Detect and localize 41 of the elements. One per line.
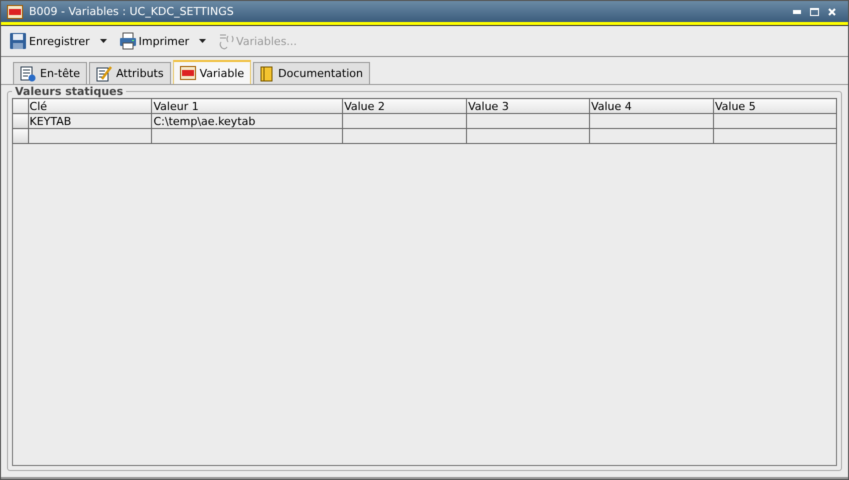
column-header[interactable]: Value 5 [713,98,836,114]
table-cell[interactable]: C:\temp\ae.keytab [152,114,343,128]
table-cell[interactable] [466,114,590,128]
column-header[interactable]: Clé [28,98,152,114]
variable-icon [180,66,196,80]
maximize-icon[interactable] [810,8,819,16]
document-pencil-icon [96,66,112,82]
table-cell[interactable] [28,128,152,144]
toolbar-button[interactable]: Imprimer [116,30,192,52]
table-cell[interactable] [342,128,467,144]
table-cell[interactable] [152,128,343,144]
column-header[interactable]: Valeur 1 [152,98,343,114]
toolbar-button[interactable]: Enregistrer [7,30,92,52]
column-header[interactable]: Value 4 [590,98,714,114]
table-cell[interactable]: KEYTAB [28,114,152,128]
printer-icon [118,32,137,50]
table-cell[interactable] [590,114,714,128]
book-icon [260,66,274,82]
table-cell[interactable] [590,128,714,144]
table-cell[interactable] [342,114,467,128]
caret-icon[interactable] [100,39,107,43]
group-title: Valeurs statiques [14,85,124,98]
close-icon[interactable] [828,8,836,16]
tab[interactable]: Variable [172,60,252,84]
document-info-icon [20,66,36,82]
minimize-icon[interactable] [793,10,801,14]
table-cell[interactable] [713,128,836,144]
variable-icon [7,4,23,18]
row-header[interactable] [12,114,28,128]
column-header[interactable]: Value 3 [466,98,590,114]
table-cell[interactable] [713,114,836,128]
table-cell[interactable] [466,128,590,144]
window-title: B009 - Variables : UC_KDC_SETTINGS [29,5,235,18]
row-header[interactable] [12,128,28,144]
caret-icon[interactable] [199,39,206,43]
row-header [12,98,28,114]
tab[interactable]: En-tête [13,62,88,84]
variables-icon [218,32,234,50]
column-header[interactable]: Value 2 [342,98,467,114]
tab[interactable]: Attributs [89,62,171,84]
tab[interactable]: Documentation [253,62,370,84]
